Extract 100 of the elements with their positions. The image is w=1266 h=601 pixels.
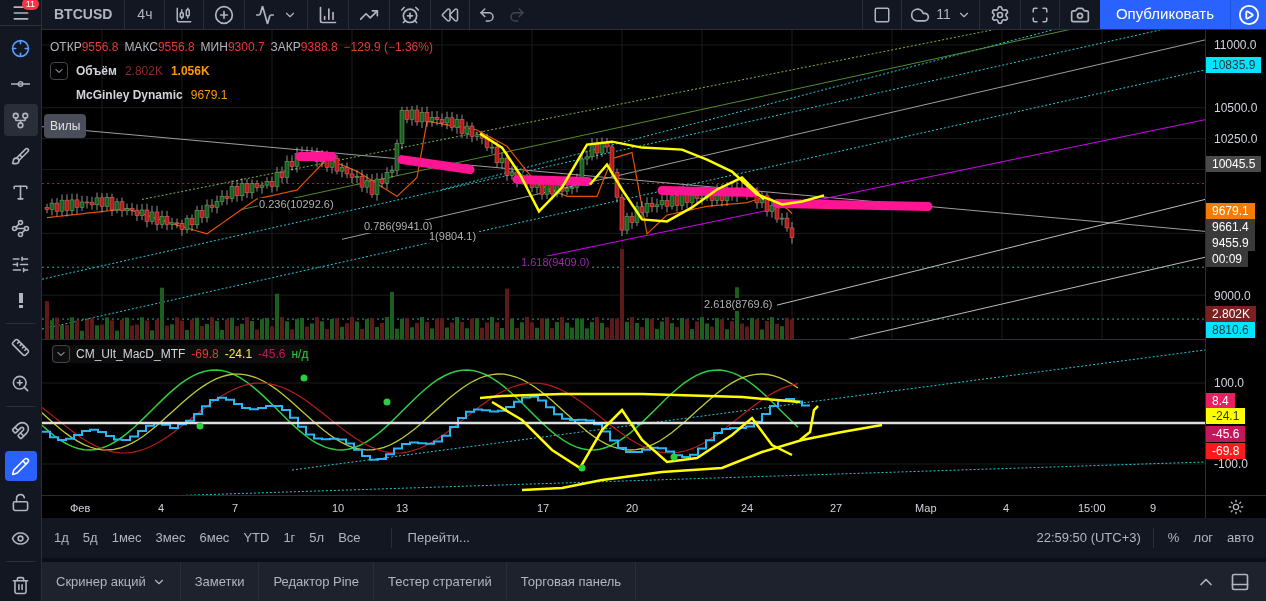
- time-scale-label: 15:00: [1078, 501, 1106, 516]
- fibonacci-level-label: 1(9804.1): [428, 230, 478, 243]
- undo-icon[interactable]: [478, 5, 497, 24]
- panel-tab[interactable]: Редактор Pine: [259, 562, 375, 601]
- panel-tab[interactable]: Торговая панель: [506, 562, 637, 601]
- price-scale-label: 100.0: [1214, 376, 1245, 390]
- templates-icon[interactable]: [318, 4, 339, 25]
- price-tag: 8.4: [1206, 393, 1235, 409]
- collapse-button[interactable]: [50, 62, 68, 80]
- price-tag: 8810.6: [1206, 322, 1255, 338]
- pitchfork-tool-button[interactable]: [3, 104, 38, 136]
- price-tag: 10835.9: [1206, 57, 1262, 73]
- symbol-button[interactable]: BTCUSD: [42, 0, 126, 29]
- price-change: −129.9 (−1.36%): [343, 39, 433, 56]
- sliders-icon: [11, 254, 30, 274]
- price-tag: -24.1: [1206, 408, 1246, 424]
- add-icon[interactable]: [214, 4, 235, 25]
- zoom-icon: [11, 373, 30, 393]
- go-to-date-button[interactable]: Перейти...: [390, 528, 470, 548]
- range-button[interactable]: 1мес: [111, 528, 142, 548]
- line-icon: [11, 81, 30, 87]
- interval-button[interactable]: 4ч: [125, 0, 166, 29]
- scale-button[interactable]: %: [1167, 528, 1180, 548]
- replay-icon[interactable]: [441, 5, 460, 24]
- tooltip: Вилы: [44, 114, 87, 138]
- draw-lock-tool-button[interactable]: [3, 450, 38, 482]
- text-icon: [11, 182, 30, 202]
- pencil-icon: [11, 456, 30, 476]
- volume-label: Объём: [76, 63, 117, 80]
- ohlc-value: ЗАКР9388.8: [270, 39, 338, 56]
- nodes-icon: [11, 218, 30, 238]
- chart-type-icon[interactable]: [175, 5, 194, 24]
- range-button[interactable]: 5д: [82, 528, 98, 548]
- price-tag: 9679.1: [1206, 203, 1255, 219]
- range-button[interactable]: 3мес: [155, 528, 186, 548]
- layout-count: 11: [936, 5, 951, 24]
- play-button[interactable]: [1230, 0, 1266, 29]
- range-button[interactable]: 6мес: [199, 528, 230, 548]
- indicator-label: CM_Ult_MacD_MTF: [76, 346, 186, 363]
- indicators-icon[interactable]: [255, 4, 276, 25]
- price-scale-label: 10250.0: [1214, 132, 1258, 146]
- unlock-icon: [11, 492, 30, 512]
- price-tag: 10045.5: [1206, 156, 1262, 172]
- indicator-value: -69.8: [191, 346, 219, 363]
- time-scale-label: Фев: [70, 501, 91, 516]
- time-scale-label: 7: [232, 501, 239, 516]
- volume-value: 2.802K: [124, 63, 163, 80]
- fibonacci-level-label: 2.618(8769.6): [703, 298, 774, 311]
- collapse-button[interactable]: [52, 345, 70, 363]
- exclamation-icon: [18, 292, 23, 308]
- trash-icon: [11, 575, 30, 595]
- ohlc-value: ОТКР9556.8: [50, 39, 119, 56]
- time-scale-label: 24: [741, 501, 754, 516]
- scale-button[interactable]: авто: [1227, 528, 1254, 548]
- layout-icon[interactable]: [873, 5, 892, 24]
- panel-tab[interactable]: Скринер акций: [42, 562, 181, 601]
- panel-tab[interactable]: Тестер стратегий: [374, 562, 507, 601]
- range-button[interactable]: 5л: [309, 528, 325, 548]
- price-tag: 9455.9: [1206, 235, 1255, 251]
- time-scale-label: 20: [626, 501, 639, 516]
- notification-badge: 11: [21, 0, 39, 10]
- time-scale-label: 17: [537, 501, 550, 516]
- fullscreen-icon[interactable]: [1030, 5, 1049, 24]
- ruler-icon: [11, 337, 30, 357]
- clock-label: 22:59:50 (UTC+3): [1036, 528, 1154, 548]
- range-button[interactable]: 1г: [283, 528, 296, 548]
- fibonacci-level-label: 0.786(9941.0): [363, 220, 434, 233]
- alert-clock-icon[interactable]: [400, 4, 421, 25]
- range-button[interactable]: Все: [338, 528, 361, 548]
- indicator-value: н/д: [291, 346, 309, 363]
- price-tag: -69.8: [1206, 443, 1246, 459]
- price-tag: 9661.4: [1206, 219, 1255, 235]
- fibonacci-level-label: 1.618(9409.0): [520, 256, 591, 269]
- price-tag: 2.802K: [1206, 306, 1257, 322]
- magnet-icon: [11, 420, 30, 440]
- indicator-label: McGinley Dynamic: [76, 87, 183, 104]
- play-icon: [1237, 3, 1260, 26]
- fork-icon: [11, 110, 30, 130]
- indicator-value: 9679.1: [190, 87, 228, 104]
- panel-icon[interactable]: [1230, 571, 1250, 592]
- brush-icon: [11, 146, 30, 166]
- price-tag: 00:09: [1206, 251, 1249, 267]
- time-scale-label: 4: [158, 501, 165, 516]
- price-scale-label: 10500.0: [1214, 101, 1258, 115]
- panel-tab[interactable]: Заметки: [180, 562, 260, 601]
- fibonacci-level-label: 0.236(10292.6): [258, 198, 335, 211]
- range-button[interactable]: YTD: [243, 528, 270, 548]
- time-scale-label: 4: [1003, 501, 1010, 516]
- publish-button[interactable]: Опубликовать: [1099, 0, 1230, 29]
- range-button[interactable]: 1д: [54, 528, 69, 548]
- ohlc-value: МАКС9556.8: [124, 39, 195, 56]
- time-scale-label: 10: [332, 501, 345, 516]
- time-scale-label: 9: [1150, 501, 1157, 516]
- price-scale-label: 9000.0: [1214, 289, 1251, 303]
- crosshair-icon: [11, 38, 30, 58]
- time-scale-label: 27: [830, 501, 843, 516]
- price-scale-label: -100.0: [1214, 457, 1249, 471]
- scale-button[interactable]: лог: [1193, 528, 1214, 548]
- ohlc-value: МИН9300.7: [200, 39, 265, 56]
- volume-average: 1.056K: [170, 63, 210, 80]
